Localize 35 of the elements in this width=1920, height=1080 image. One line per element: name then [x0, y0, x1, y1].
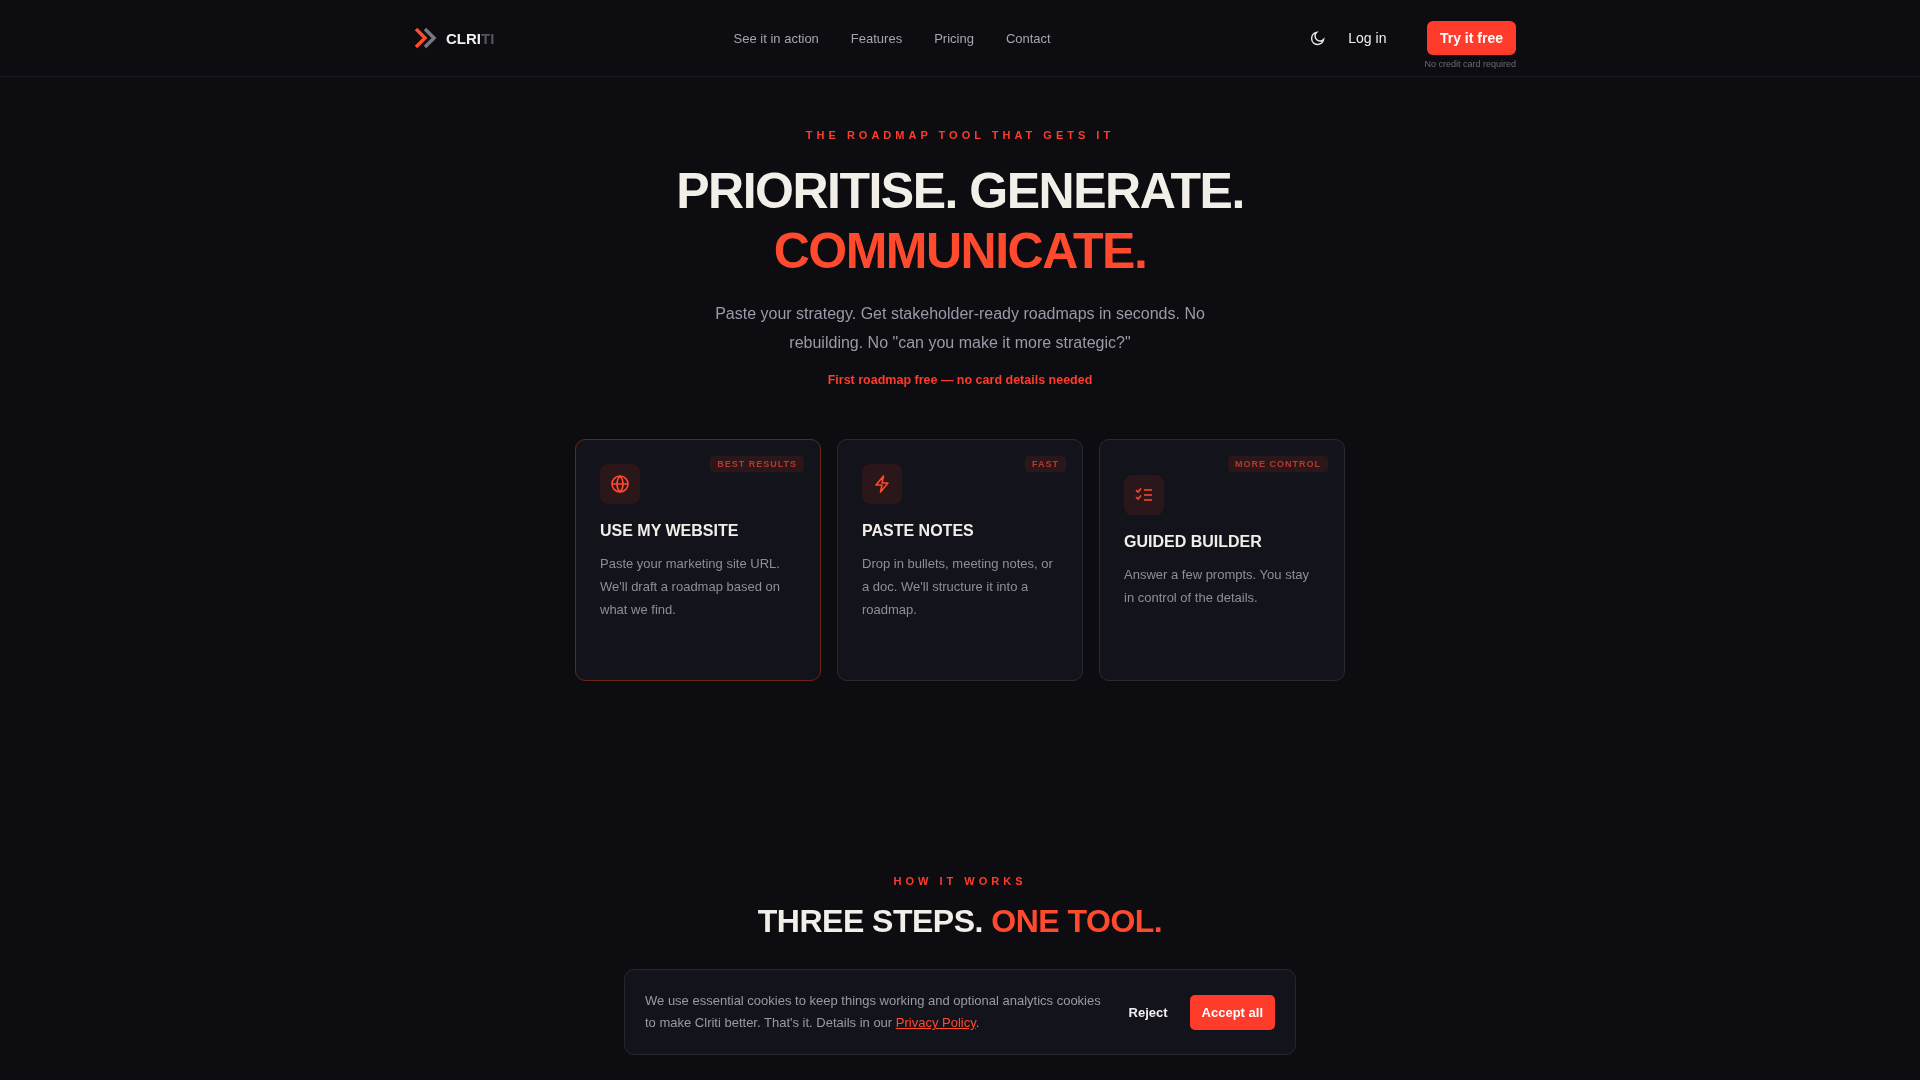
option-card[interactable]: FAST PASTE NOTES Drop in bullets, meeting notes, or a doc. We'll structure it into a roadmap. [837, 439, 1083, 681]
option-description: Answer a few prompts. You stay in control of the details. [1124, 566, 1310, 607]
chevrons-logo-icon[interactable] [414, 27, 438, 49]
hero-subtitle: Paste your strategy. Get stakeholder-ready roadmaps in seconds. No rebuilding. No "can you make it more strategic?" [714, 304, 1206, 353]
option-badge: BEST RESULTS [710, 456, 804, 472]
section-eyebrow: HOW IT WORKS [893, 875, 1027, 887]
option-title: GUIDED BUILDER [1124, 533, 1263, 551]
option-badge: MORE CONTROL [1228, 456, 1328, 472]
option-title: USE MY WEBSITE [600, 522, 740, 540]
lightning-icon [872, 474, 892, 494]
nav-link[interactable]: See it in action [733, 30, 819, 46]
option-badge: FAST [1025, 456, 1066, 472]
nav-link[interactable]: Features [850, 30, 903, 46]
section-title: THREE STEPS. ONE TOOL. [757, 903, 1163, 940]
nav-link[interactable]: Pricing [934, 30, 974, 46]
option-description: Drop in bullets, meeting notes, or a doc. We'll structure it into a roadmap. [862, 555, 1054, 619]
cookie-message: We use essential cookies to keep things working and optional analytics cookies to make Clriti better. That's it. Details in our Privacy Policy. [645, 992, 1102, 1032]
reject-button[interactable]: Reject [1118, 996, 1178, 1028]
privacy-policy-link[interactable]: Privacy Policy [895, 1015, 976, 1030]
option-description: Paste your marketing site URL. We'll draft a roadmap based on what we find. [600, 555, 781, 619]
hero-headline-accent: COMMUNICATE. [773, 222, 1147, 281]
hero-note: First roadmap free — no card details needed [827, 373, 1093, 387]
option-card[interactable]: BEST RESULTS USE MY WEBSITE Paste your marketing site URL. We'll draft a roadmap based on what we find. [575, 439, 821, 681]
login-link[interactable]: Log in [1348, 30, 1387, 46]
globe-icon [610, 474, 630, 494]
option-title: PASTE NOTES [862, 522, 975, 540]
nav-link[interactable]: Contact [1005, 30, 1051, 46]
cta-note: No credit card required [1424, 59, 1516, 69]
moon-icon[interactable] [1310, 30, 1327, 46]
hero-eyebrow: THE ROADMAP TOOL THAT GETS IT [805, 129, 1115, 141]
hero-headline: PRIORITISE. GENERATE. [676, 162, 1244, 221]
option-card[interactable]: MORE CONTROL GUIDED BUILDER Answer a few prompts. You stay in control of the details. [1099, 439, 1345, 681]
try-free-button[interactable]: Try it free [1426, 21, 1516, 55]
logo-text[interactable]: CLRITI [446, 29, 495, 47]
accept-all-button[interactable]: Accept all [1189, 994, 1275, 1030]
